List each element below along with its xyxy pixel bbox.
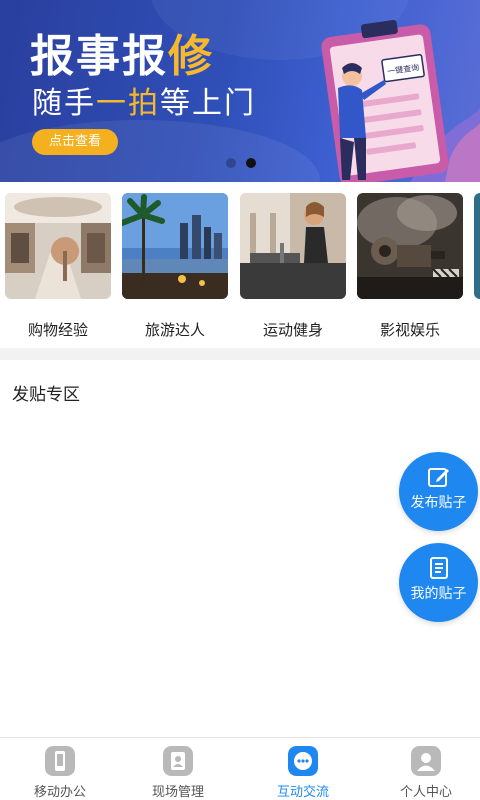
category-item[interactable]: 影视娱乐 [357,193,463,340]
category-item-partial[interactable] [474,193,480,299]
section-title: 发贴专区 [12,385,80,405]
clipboard-illustration: 一键查询 [321,19,480,182]
section-divider [0,348,480,360]
my-posts-button[interactable]: 我的贴子 [399,543,478,622]
edit-icon [427,468,449,487]
category-label: 运动健身 [262,321,323,339]
category-item[interactable]: 旅游达人 [122,193,228,340]
shopping-thumbnail [5,193,111,299]
personal-center-icon [411,746,441,776]
tab-interaction[interactable]: 互动交流 [243,738,363,800]
bottom-tab-bar: 移动办公 现场管理 互动交流 个人中心 [0,737,480,800]
banner-title: 报事报修 [30,31,214,82]
tab-site-management[interactable]: 现场管理 [118,738,238,800]
tab-personal-center[interactable]: 个人中心 [366,738,480,800]
category-label: 旅游达人 [144,321,205,339]
carousel-dot[interactable] [226,158,236,168]
banner-view-button[interactable]: 点击查看 [32,129,118,155]
publish-post-label: 发布贴子 [410,495,467,511]
tab-label: 互动交流 [276,785,329,800]
tab-label: 个人中心 [399,785,452,800]
category-item[interactable]: 运动健身 [240,193,346,340]
partial-thumbnail [474,193,480,299]
promo-banner[interactable]: 报事报修 随手一拍等上门 点击查看 一键查询 [0,0,480,182]
publish-post-button[interactable]: 发布贴子 [399,452,478,531]
movie-thumbnail [357,193,463,299]
banner-subtitle: 随手一拍等上门 [32,86,256,121]
category-item[interactable]: 购物经验 [5,193,111,340]
app-screen: 报事报修 随手一拍等上门 点击查看 一键查询 购物经验 旅游达人 运动健身 影视… [0,0,480,800]
tab-label: 移动办公 [33,785,86,800]
fitness-thumbnail [240,193,346,299]
category-label: 购物经验 [27,321,88,339]
document-icon [429,557,448,579]
my-posts-label: 我的贴子 [410,586,467,602]
travel-thumbnail [122,193,228,299]
mobile-office-icon [45,746,75,776]
category-strip: 购物经验 旅游达人 运动健身 影视娱乐 [0,182,480,348]
site-management-icon [163,746,193,776]
tab-label: 现场管理 [151,785,204,800]
carousel-dot-active[interactable] [246,158,256,168]
interaction-icon [288,746,318,776]
tab-mobile-office[interactable]: 移动办公 [0,738,120,800]
category-label: 影视娱乐 [379,321,440,339]
